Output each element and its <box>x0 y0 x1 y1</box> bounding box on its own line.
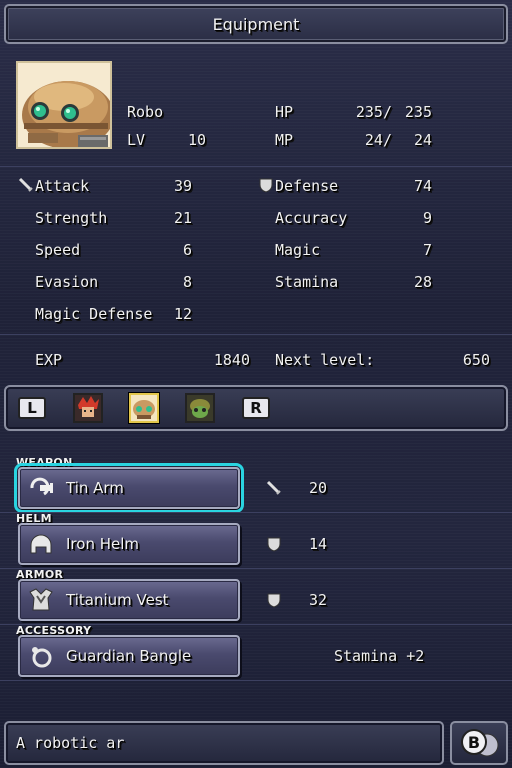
helm-name: Iron Helm <box>66 535 140 553</box>
armor-slot-button[interactable]: Titanium Vest <box>18 579 240 621</box>
level-value: 10 <box>187 131 206 149</box>
divider <box>0 568 512 569</box>
divider <box>0 334 512 335</box>
evasion-value: 8 <box>182 273 192 291</box>
robo-portrait-image <box>18 63 110 147</box>
speed-label: Speed <box>35 241 81 259</box>
weapon-name: Tin Arm <box>66 479 124 497</box>
strength-value: 21 <box>173 209 192 227</box>
divider <box>0 166 512 167</box>
next-level-label: Next level: <box>275 351 375 369</box>
helm-defense-value: 14 <box>309 535 328 553</box>
vest-icon <box>28 587 54 613</box>
shield-icon <box>258 177 274 197</box>
magic-defense-label: Magic Defense <box>35 305 153 323</box>
stamina-value: 28 <box>413 273 432 291</box>
evasion-label: Evasion <box>35 273 99 291</box>
weapon-attack-value: 20 <box>309 479 328 497</box>
exp-label: EXP <box>35 351 63 369</box>
attack-value: 39 <box>173 177 192 195</box>
helm-icon <box>28 531 54 557</box>
hp-max: 235 <box>404 103 432 121</box>
mp-max: 24 <box>413 131 432 149</box>
title-bar: Equipment <box>4 4 508 44</box>
b-button-icon: B <box>461 729 499 757</box>
description-bar: A robotic ar <box>4 721 444 765</box>
magic-label: Magic <box>275 241 321 259</box>
weapon-slot-button[interactable]: Tin Arm <box>14 463 244 513</box>
next-character-button[interactable]: R <box>242 397 270 419</box>
armor-defense-value: 32 <box>309 591 328 609</box>
previous-character-button[interactable]: L <box>18 397 46 419</box>
shield-icon <box>266 592 282 612</box>
level-label: LV <box>127 131 146 149</box>
magic-defense-value: 12 <box>173 305 192 323</box>
back-button[interactable]: B <box>450 721 508 765</box>
party-member-robo-icon[interactable] <box>129 393 159 423</box>
speed-value: 6 <box>182 241 192 259</box>
b-button-label: B <box>468 733 480 752</box>
armor-name: Titanium Vest <box>66 591 169 609</box>
sword-icon <box>18 177 34 197</box>
defense-label: Defense <box>275 177 339 195</box>
hp-current: 235/ <box>355 103 392 121</box>
party-member-crono-icon[interactable] <box>73 393 103 423</box>
accuracy-label: Accuracy <box>275 209 348 227</box>
mp-current: 24/ <box>364 131 392 149</box>
item-description: A robotic ar <box>16 734 125 752</box>
attack-label: Attack <box>35 177 90 195</box>
shield-icon <box>266 536 282 556</box>
next-level-value: 650 <box>462 351 490 369</box>
divider <box>0 512 512 513</box>
character-name: Robo <box>127 103 164 121</box>
screen-title: Equipment <box>212 14 300 34</box>
bangle-icon <box>28 643 54 669</box>
accuracy-value: 9 <box>422 209 432 227</box>
party-member-frog-icon[interactable] <box>185 393 215 423</box>
arm-cannon-icon <box>28 475 54 501</box>
accessory-effect: Stamina +2 <box>334 647 425 665</box>
strength-label: Strength <box>35 209 108 227</box>
defense-value: 74 <box>413 177 432 195</box>
helm-slot-button[interactable]: Iron Helm <box>18 523 240 565</box>
character-portrait <box>16 61 112 149</box>
hp-label: HP <box>275 103 294 121</box>
divider <box>0 680 512 681</box>
accessory-slot-button[interactable]: Guardian Bangle <box>18 635 240 677</box>
magic-value: 7 <box>422 241 432 259</box>
mp-label: MP <box>275 131 294 149</box>
stamina-label: Stamina <box>275 273 339 291</box>
accessory-name: Guardian Bangle <box>66 647 192 665</box>
sword-icon <box>266 480 282 500</box>
exp-value: 1840 <box>213 351 250 369</box>
